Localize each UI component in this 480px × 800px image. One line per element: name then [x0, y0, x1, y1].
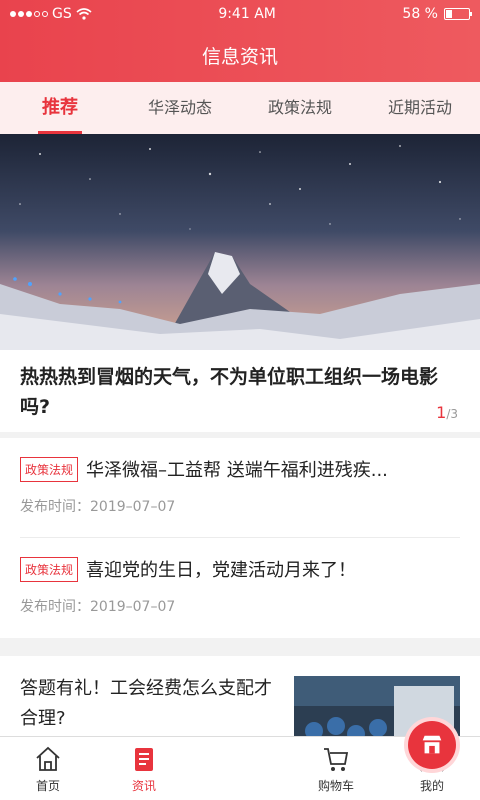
tabbar-label: 购物车	[317, 779, 354, 793]
pager-total: /3	[446, 407, 458, 421]
category-tabs: 推荐 华泽动态 政策法规 近期活动	[0, 82, 480, 134]
carousel-caption[interactable]: 热热热到冒烟的天气，不为单位职工组织一场电影吗? 1/3	[0, 350, 480, 432]
category-tag: 政策法规	[20, 456, 79, 482]
list-item[interactable]: 政策法规 华泽微福–工益帮 送端午福利进残疾... 发布时间：2019–07–0…	[20, 438, 460, 538]
tabbar-cart[interactable]: 购物车	[288, 737, 384, 800]
news-title: 喜迎党的生日，党建活动月来了！	[86, 560, 357, 581]
list-item[interactable]: 政策法规 喜迎党的生日，党建活动月来了！ 发布时间：2019–07–07	[20, 538, 460, 638]
carousel-image[interactable]	[0, 134, 480, 350]
tabbar-label: 我的	[419, 779, 444, 793]
tabbar-home[interactable]: 首页	[0, 737, 96, 800]
wifi-icon	[76, 8, 92, 20]
page-title: 信息资讯	[201, 45, 278, 68]
tabbar-news[interactable]: 资讯	[96, 737, 192, 800]
carrier-label: GS	[52, 6, 72, 22]
publish-date: 发布时间：2019–07–07	[20, 499, 176, 515]
feature-title: 答题有礼！工会经费怎么支配才合理?	[20, 678, 272, 729]
tabbar-label: 首页	[35, 779, 60, 793]
battery-label: 58 %	[402, 6, 438, 22]
news-list: 政策法规 华泽微福–工益帮 送端午福利进残疾... 发布时间：2019–07–0…	[0, 438, 480, 638]
publish-date: 发布时间：2019–07–07	[20, 599, 176, 615]
tab-events[interactable]: 近期活动	[360, 82, 480, 134]
carousel-pager: 1/3	[436, 403, 458, 422]
store-button[interactable]	[408, 721, 456, 769]
tab-recommend[interactable]: 推荐	[0, 82, 120, 134]
category-tag: 政策法规	[20, 556, 79, 582]
bottom-tab-bar: 首页 资讯 购物车 我的	[0, 721, 480, 800]
signal-icon	[10, 11, 48, 17]
tabbar-store[interactable]	[192, 721, 456, 800]
news-icon	[135, 748, 153, 771]
home-icon	[36, 746, 60, 771]
battery-icon	[444, 8, 472, 20]
carousel-title: 热热热到冒烟的天气，不为单位职工组织一场电影吗?	[20, 366, 439, 418]
tab-policy[interactable]: 政策法规	[240, 82, 360, 134]
pager-current: 1	[436, 403, 447, 422]
tabbar-label: 资讯	[131, 779, 156, 793]
store-icon	[422, 735, 442, 754]
app-header: GS 9:41 AM 58 % 信息资讯	[0, 0, 480, 82]
tab-huaze-news[interactable]: 华泽动态	[120, 82, 240, 134]
status-bar: GS 9:41 AM 58 %	[0, 0, 480, 28]
cart-icon	[324, 748, 349, 771]
clock: 9:41 AM	[218, 6, 276, 22]
news-title: 华泽微福–工益帮 送端午福利进残疾...	[86, 460, 388, 481]
